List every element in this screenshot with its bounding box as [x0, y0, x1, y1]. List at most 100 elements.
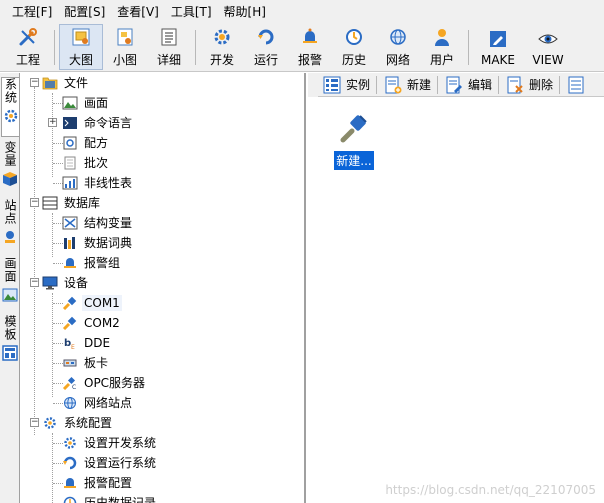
tree-node-label: 系统配置 [64, 416, 113, 430]
network-label: 网络 [385, 53, 410, 67]
tree-node-network-station[interactable]: 网络站点 [62, 393, 134, 413]
tree-node-alarm-config[interactable]: 报警配置 [62, 473, 134, 493]
large-icons-label: 大图 [68, 53, 93, 67]
new-button[interactable]: 新建 [379, 74, 435, 96]
database-expander[interactable]: − [30, 198, 39, 207]
tree-node-label: 数据词典 [84, 236, 133, 250]
tree-node-dev-settings[interactable]: 设置开发系统 [62, 433, 158, 453]
menu-tools[interactable]: 工具[T] [165, 1, 218, 23]
project-button[interactable]: 工程 [6, 24, 50, 70]
tree-connector [52, 293, 53, 397]
tab-system[interactable]: 系统 [1, 77, 19, 137]
history-button[interactable]: 历史 [332, 24, 376, 70]
details-button[interactable]: 详细 [147, 24, 191, 70]
tree-node-struct-variable[interactable]: 结构变量 [62, 213, 134, 233]
delete-label: 删除 [529, 78, 554, 92]
cube-icon [2, 171, 18, 187]
tree-node-label: 历史数据记录 [84, 496, 157, 503]
tree-node-data-dictionary[interactable]: 数据词典 [62, 233, 134, 253]
plug-icon [62, 295, 78, 311]
tree-node-device[interactable]: 设备 [42, 273, 90, 293]
tree-node-screen[interactable]: 画面 [62, 93, 110, 113]
device-expander[interactable]: − [30, 278, 39, 287]
tree-node-run-settings[interactable]: 设置运行系统 [62, 453, 158, 473]
menu-bar: 工程[F] 配置[S] 查看[V] 工具[T] 帮助[H] [0, 0, 604, 24]
tab-variables-label: 变量 [3, 141, 17, 167]
tree-node-recipe[interactable]: 配方 [62, 133, 110, 153]
chart-icon [62, 175, 78, 191]
tree-node-batch[interactable]: 批次 [62, 153, 110, 173]
small-icons-icon [114, 26, 136, 48]
bell-icon [62, 255, 78, 271]
make-button[interactable]: MAKE [473, 24, 523, 70]
history-label: 历史 [341, 53, 366, 67]
tree-node-label: 文件 [64, 76, 89, 90]
new-item[interactable]: 新建... [334, 112, 374, 170]
menu-view[interactable]: 查看[V] [111, 1, 165, 23]
globe-icon [62, 395, 78, 411]
tree-connector [52, 213, 53, 257]
menu-help[interactable]: 帮助[H] [218, 1, 272, 23]
tree-node-dde[interactable]: bE DDE [62, 333, 112, 353]
picture-icon [2, 287, 18, 303]
tree-node-nonlinear-table[interactable]: 非线性表 [62, 173, 134, 193]
station-icon [2, 229, 18, 245]
tree-node-label: 配方 [84, 136, 109, 150]
tree-node-label: COM2 [84, 316, 120, 330]
menu-config[interactable]: 配置[S] [58, 1, 111, 23]
tree-node-board[interactable]: 板卡 [62, 353, 110, 373]
small-icons-button[interactable]: 小图 [103, 24, 147, 70]
delete-button[interactable]: 删除 [501, 74, 557, 96]
tree-node-com2[interactable]: COM2 [62, 313, 122, 333]
globe-icon [387, 26, 409, 48]
tree-node-label: 数据库 [64, 196, 101, 210]
vertical-tab-strip: 系统 变量 站点 画面 模板 [0, 73, 20, 503]
run-button[interactable]: 运行 [244, 24, 288, 70]
tree-node-com1[interactable]: COM1 [62, 293, 122, 313]
tree-node-history-record[interactable]: 历史数据记录 [62, 493, 158, 503]
tree-node-opc-server[interactable]: C OPC服务器 [62, 373, 147, 393]
user-button[interactable]: 用户 [420, 24, 464, 70]
dde-icon: bE [62, 335, 78, 351]
tree-node-label: OPC服务器 [84, 376, 146, 390]
view-label: VIEW [532, 52, 564, 67]
main-toolbar: 工程 大图 小图 详细 开发 运行 报警 历史 网络 用户 MAKE VIEW [0, 24, 604, 72]
menu-project[interactable]: 工程[F] [6, 1, 58, 23]
view-button[interactable]: VIEW [523, 24, 573, 70]
tree-node-file[interactable]: 文件 [42, 73, 90, 93]
develop-button[interactable]: 开发 [200, 24, 244, 70]
make-label: MAKE [480, 52, 515, 67]
toolbar-separator [498, 75, 500, 94]
alarm-button[interactable]: 报警 [288, 24, 332, 70]
edit-button[interactable]: 编辑 [440, 74, 496, 96]
file-expander[interactable]: − [30, 78, 39, 87]
clock-icon [343, 26, 365, 48]
properties-button[interactable] [562, 74, 594, 96]
tab-variables[interactable]: 变量 [1, 141, 19, 195]
struct-icon [62, 215, 78, 231]
tree-node-database[interactable]: 数据库 [42, 193, 102, 213]
plug-icon [62, 315, 78, 331]
new-item-label: 新建... [334, 151, 374, 170]
command-expander[interactable]: + [48, 118, 57, 127]
tree-node-command-language[interactable]: 命令语言 [62, 113, 134, 133]
opc-icon: C [62, 375, 78, 391]
tree-node-label: 网络站点 [84, 396, 133, 410]
tree-node-label: COM1 [82, 295, 122, 311]
tree-node-system-config[interactable]: 系统配置 [42, 413, 114, 433]
tab-stations[interactable]: 站点 [1, 199, 19, 253]
project-tree: − 文件 画面 + 命令语言 配方 批次 非线性表 − 数据库 结构变量 数据词… [22, 73, 306, 503]
tab-screens[interactable]: 画面 [1, 257, 19, 311]
tab-templates[interactable]: 模板 [1, 315, 19, 369]
tree-node-label: 设置运行系统 [84, 456, 157, 470]
sysconfig-expander[interactable]: − [30, 418, 39, 427]
network-button[interactable]: 网络 [376, 24, 420, 70]
folder-icon [42, 75, 58, 91]
watermark: https://blog.csdn.net/qq_22107005 [385, 483, 596, 497]
tree-node-alarm-group[interactable]: 报警组 [62, 253, 122, 273]
tree-node-label: DDE [84, 336, 111, 350]
svg-text:E: E [71, 344, 75, 350]
toolbar-separator [195, 30, 196, 65]
instance-button[interactable]: 实例 [318, 74, 374, 96]
large-icons-button[interactable]: 大图 [59, 24, 103, 70]
